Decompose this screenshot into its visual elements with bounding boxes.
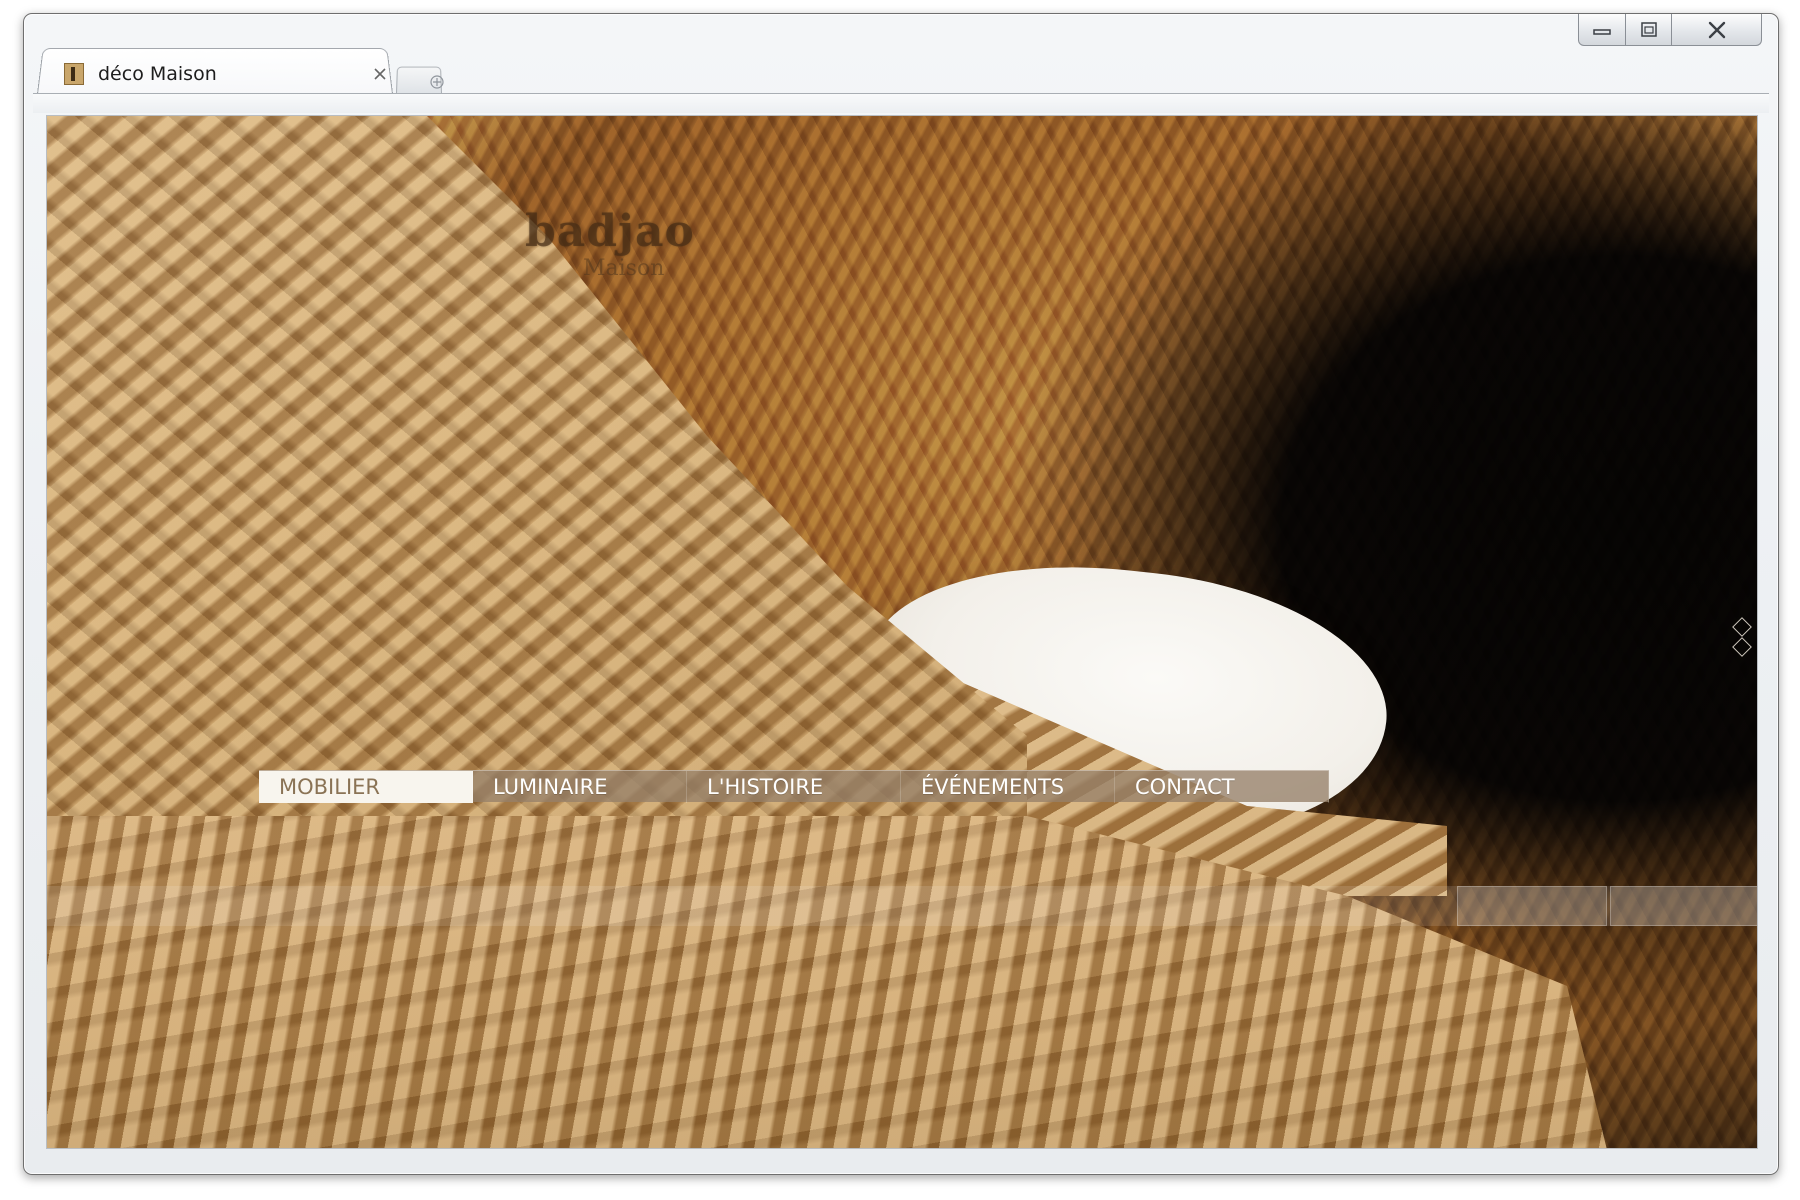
diamond-up-icon[interactable] bbox=[1732, 617, 1752, 637]
thumbnail-group bbox=[1457, 886, 1757, 926]
favicon-icon bbox=[64, 63, 84, 85]
slider-controls bbox=[1732, 617, 1752, 658]
tab-title: déco Maison bbox=[98, 63, 217, 85]
browser-window: déco Maison badjao Maison MOBILIER LUMIN… bbox=[23, 13, 1779, 1175]
close-icon bbox=[1708, 21, 1725, 38]
main-nav: MOBILIER LUMINAIRE L'HISTOIRE ÉVÉNEMENTS… bbox=[259, 770, 1329, 803]
window-controls bbox=[1578, 14, 1762, 48]
thumbnail[interactable] bbox=[1457, 886, 1607, 926]
close-window-button[interactable] bbox=[1672, 14, 1762, 46]
new-tab-icon bbox=[429, 74, 445, 90]
restore-icon bbox=[1640, 21, 1657, 37]
diamond-down-icon[interactable] bbox=[1732, 637, 1752, 657]
site-logo[interactable]: badjao Maison bbox=[525, 206, 725, 281]
logo-wordmark: badjao bbox=[525, 206, 695, 257]
nav-item-contact[interactable]: CONTACT bbox=[1115, 771, 1329, 803]
tab-close-button[interactable] bbox=[368, 62, 392, 86]
toolbar-strip bbox=[33, 93, 1769, 113]
logo-subtitle: Maison bbox=[583, 256, 665, 281]
close-icon bbox=[374, 68, 386, 80]
nav-item-evenements[interactable]: ÉVÉNEMENTS bbox=[901, 771, 1115, 803]
tab-content: déco Maison bbox=[64, 54, 404, 94]
minimize-button[interactable] bbox=[1578, 14, 1626, 46]
page-viewport: badjao Maison MOBILIER LUMINAIRE L'HISTO… bbox=[46, 115, 1758, 1149]
nav-item-histoire[interactable]: L'HISTOIRE bbox=[687, 771, 901, 803]
minimize-icon bbox=[1593, 28, 1611, 35]
nav-item-mobilier[interactable]: MOBILIER bbox=[259, 771, 473, 803]
restore-button[interactable] bbox=[1626, 14, 1672, 46]
nav-item-luminaire[interactable]: LUMINAIRE bbox=[473, 771, 687, 803]
thumbnail[interactable] bbox=[1609, 886, 1757, 926]
